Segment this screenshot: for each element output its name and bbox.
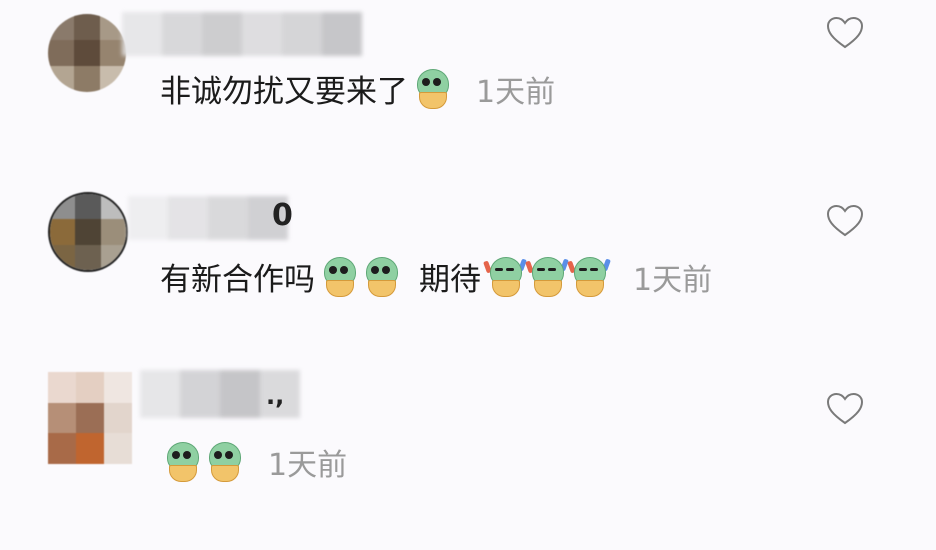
comment-time: 1天前 <box>268 448 348 483</box>
username-suffix: 0 <box>272 198 293 233</box>
smile-emoji-icon <box>321 256 357 297</box>
comment-text: 有新合作吗 <box>160 262 315 298</box>
cheer-emoji-icon <box>567 256 611 297</box>
comment-item: 非诚勿扰又要来了 1天前 <box>0 0 936 180</box>
heart-outline-icon[interactable] <box>826 16 864 50</box>
smile-emoji-icon <box>164 442 200 482</box>
username-mosaic[interactable] <box>122 12 362 56</box>
comment-word: 期待 <box>419 262 481 298</box>
comment-item: 0 有新合作吗 期待 1天前 <box>0 188 936 368</box>
smile-emoji-icon <box>414 68 450 109</box>
comment-item: ., 1天前 <box>0 370 936 550</box>
cheer-emoji-icon <box>525 256 569 297</box>
comment-text: 非诚勿扰又要来了 <box>160 74 408 110</box>
smile-emoji-icon <box>363 256 399 297</box>
heart-outline-icon[interactable] <box>826 392 864 426</box>
cheer-emoji-icon <box>483 256 527 297</box>
comment-time: 1天前 <box>633 262 713 298</box>
comment-text-line: 1天前 <box>164 440 347 484</box>
heart-outline-icon[interactable] <box>826 204 864 238</box>
username-suffix: ., <box>266 382 285 410</box>
avatar[interactable] <box>48 372 132 464</box>
avatar[interactable] <box>48 14 126 92</box>
comment-text-line: 有新合作吗 期待 1天前 <box>160 254 712 299</box>
comment-text-line: 非诚勿扰又要来了 1天前 <box>160 66 555 111</box>
username-mosaic[interactable] <box>128 196 288 240</box>
avatar[interactable] <box>48 192 128 272</box>
smile-emoji-icon <box>206 442 242 482</box>
comment-time: 1天前 <box>476 74 556 110</box>
